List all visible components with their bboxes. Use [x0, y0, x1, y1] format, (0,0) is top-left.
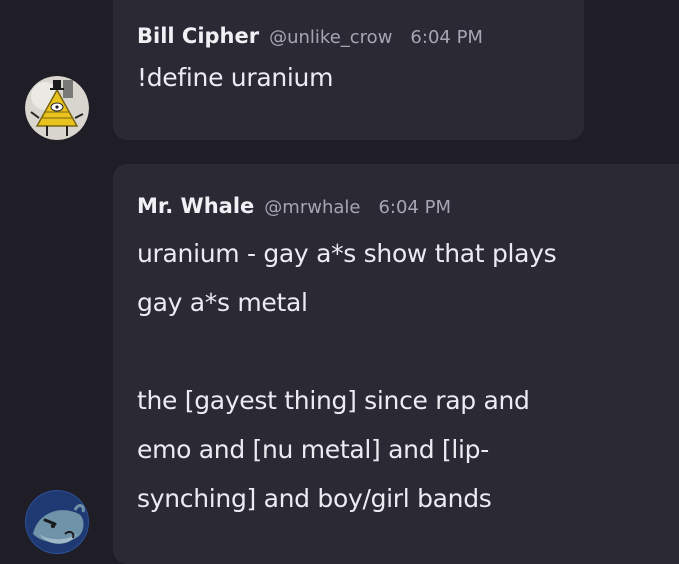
- message-bubble: Mr. Whale @mrwhale 6:04 PM uranium - gay…: [113, 164, 679, 564]
- message-header: Mr. Whale @mrwhale 6:04 PM: [137, 194, 679, 218]
- avatar[interactable]: [25, 76, 89, 140]
- message-header: Bill Cipher @unlike_crow 6:04 PM: [137, 24, 584, 48]
- username[interactable]: Mr. Whale: [137, 194, 254, 218]
- message-text: !define uranium: [137, 63, 334, 92]
- bill-cipher-avatar-icon: [25, 76, 89, 140]
- username[interactable]: Bill Cipher: [137, 24, 259, 48]
- user-handle: @mrwhale: [264, 197, 361, 218]
- avatar[interactable]: [25, 490, 89, 554]
- message-text: uranium - gay a*s show that plays gay a*…: [137, 239, 557, 513]
- message-bubble: Bill Cipher @unlike_crow 6:04 PM !define…: [113, 0, 584, 140]
- timestamp: 6:04 PM: [410, 27, 483, 48]
- user-handle: @unlike_crow: [269, 27, 393, 48]
- timestamp: 6:04 PM: [378, 197, 451, 218]
- whale-avatar-icon: [25, 490, 89, 554]
